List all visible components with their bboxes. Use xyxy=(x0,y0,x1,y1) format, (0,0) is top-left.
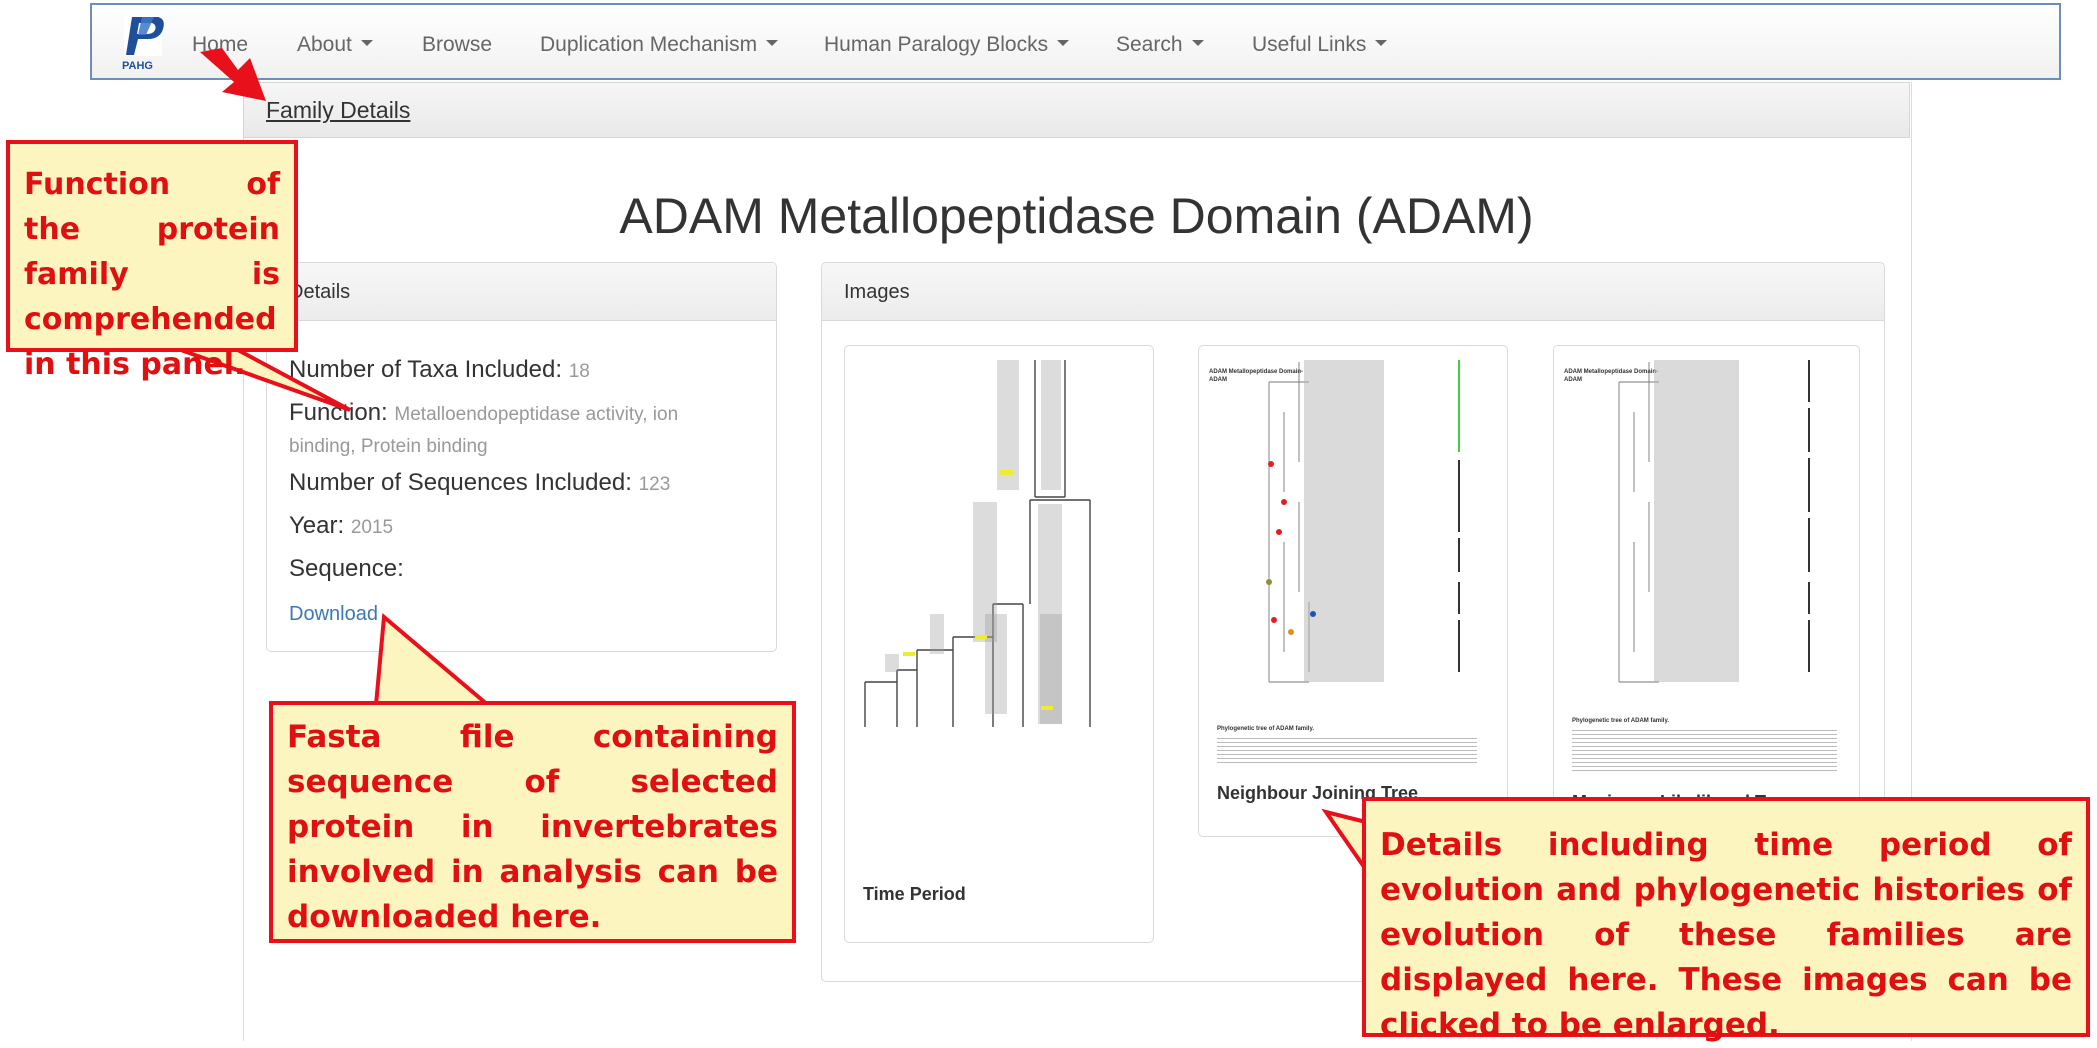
red-arrow-icon xyxy=(200,48,266,101)
images-annotation: Details including time period of evoluti… xyxy=(1362,797,2090,1043)
fasta-annotation: Fasta file containing sequence of select… xyxy=(269,701,796,943)
callout-tail-fasta xyxy=(373,612,494,707)
function-annotation: Function of the protein family is compre… xyxy=(6,140,298,382)
